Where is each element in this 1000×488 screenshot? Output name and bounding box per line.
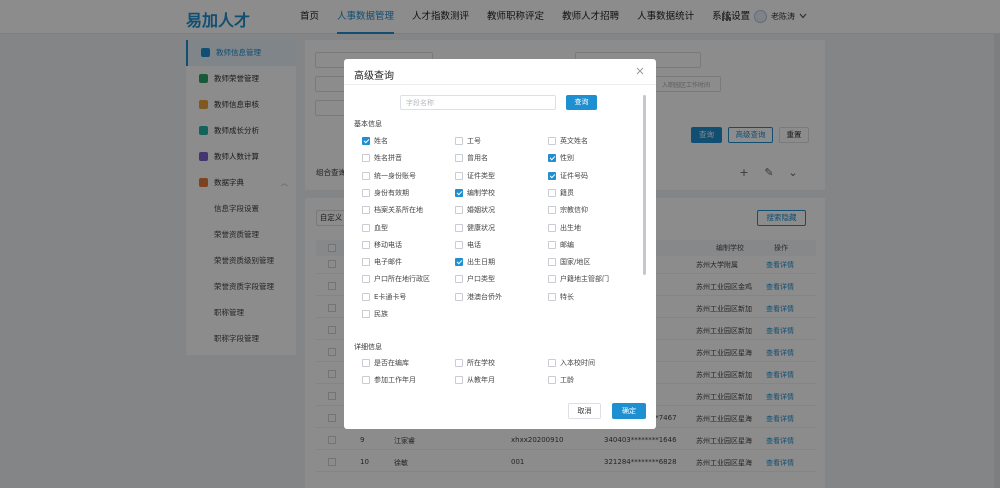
unchecked-box-icon[interactable] — [362, 240, 370, 249]
field-checkbox-label: 户口所在地行政区 — [374, 275, 430, 284]
cancel-button[interactable]: 取消 — [568, 403, 601, 419]
field-checkbox-label: 特长 — [560, 292, 574, 301]
unchecked-box-icon[interactable] — [455, 240, 463, 249]
field-checkbox-label: 档案关系所在地 — [374, 206, 423, 215]
unchecked-box-icon[interactable] — [362, 376, 370, 385]
field-checkbox-label: 出生地 — [560, 223, 581, 232]
field-checkbox-label: 工号 — [467, 137, 481, 145]
field-checkbox-label: 籍贯 — [560, 188, 574, 197]
unchecked-box-icon[interactable] — [548, 188, 556, 197]
checked-box-icon[interactable] — [455, 188, 463, 197]
unchecked-box-icon[interactable] — [455, 275, 463, 284]
unchecked-box-icon[interactable] — [455, 359, 463, 367]
field-checkbox-label: 身份有效期 — [374, 188, 409, 197]
unchecked-box-icon[interactable] — [548, 206, 556, 215]
unchecked-box-icon[interactable] — [548, 240, 556, 249]
field-checkbox-label: 入本校时间 — [560, 359, 595, 367]
field-checkbox-label: 参加工作年月 — [374, 376, 416, 385]
unchecked-box-icon[interactable] — [362, 206, 370, 215]
field-checkbox-label: 证件号码 — [560, 171, 588, 180]
field-checkbox-label: 国家/地区 — [560, 258, 591, 267]
unchecked-box-icon[interactable] — [362, 188, 370, 197]
unchecked-box-icon[interactable] — [548, 376, 556, 385]
dialog-title: 高级查询 — [354, 71, 394, 82]
section-detail-label: 详细信息 — [354, 343, 382, 351]
unchecked-box-icon[interactable] — [455, 376, 463, 385]
field-checkbox-label: 统一身份账号 — [374, 171, 416, 180]
unchecked-box-icon[interactable] — [362, 258, 370, 267]
field-checkbox-label: E卡通卡号 — [374, 292, 407, 301]
field-checkbox-label: 电子邮件 — [374, 258, 402, 267]
checked-box-icon[interactable] — [548, 154, 556, 163]
unchecked-box-icon[interactable] — [455, 206, 463, 215]
unchecked-box-icon[interactable] — [455, 154, 463, 163]
close-icon[interactable] — [634, 65, 646, 77]
field-search-input[interactable] — [400, 95, 556, 110]
unchecked-box-icon[interactable] — [455, 171, 463, 180]
unchecked-box-icon[interactable] — [362, 171, 370, 180]
unchecked-box-icon[interactable] — [548, 223, 556, 232]
field-checkbox-label: 出生日期 — [467, 258, 495, 267]
field-checkbox-label: 是否在编库 — [374, 359, 409, 367]
confirm-button[interactable]: 确定 — [612, 403, 646, 419]
field-checkbox-label: 从教年月 — [467, 376, 495, 385]
field-checkbox-label: 性别 — [560, 154, 574, 163]
unchecked-box-icon[interactable] — [362, 359, 370, 367]
field-checkbox-label: 婚姻状况 — [467, 206, 495, 215]
field-checkbox-label: 民族 — [374, 310, 388, 318]
field-checkbox-label: 姓名 — [374, 137, 388, 145]
unchecked-box-icon[interactable] — [548, 359, 556, 367]
advanced-search-dialog: 高级查询 查询 基本信息 姓名 工号 英文姓名姓名拼音 曾用名 性别统一身份账号 证件类型… — [344, 59, 656, 429]
unchecked-box-icon[interactable] — [548, 292, 556, 301]
field-checkbox-label: 证件类型 — [467, 171, 495, 180]
field-checkbox-label: 血型 — [374, 223, 388, 232]
field-checkbox-label: 工龄 — [560, 376, 574, 385]
unchecked-box-icon[interactable] — [455, 223, 463, 232]
field-checkbox-label: 移动电话 — [374, 240, 402, 249]
unchecked-box-icon[interactable] — [548, 137, 556, 145]
field-checkbox-label: 电话 — [467, 240, 481, 249]
unchecked-box-icon[interactable] — [362, 292, 370, 301]
unchecked-box-icon[interactable] — [455, 137, 463, 145]
checked-box-icon[interactable] — [362, 137, 370, 145]
checked-box-icon[interactable] — [455, 258, 463, 267]
field-checkbox-label: 邮编 — [560, 240, 574, 249]
field-checkbox-label: 户籍地主管部门 — [560, 275, 609, 284]
field-checkbox-label: 曾用名 — [467, 154, 488, 163]
unchecked-box-icon[interactable] — [362, 275, 370, 284]
checked-box-icon[interactable] — [548, 171, 556, 180]
field-search-button[interactable]: 查询 — [566, 95, 597, 110]
field-checkbox-label: 港澳台侨外 — [467, 292, 502, 301]
field-checkbox-label: 姓名拼音 — [374, 154, 402, 163]
dialog-header: 高级查询 — [344, 59, 656, 85]
section-basic-label: 基本信息 — [354, 120, 382, 128]
field-checkbox-label: 宗教信仰 — [560, 206, 588, 215]
unchecked-box-icon[interactable] — [455, 292, 463, 301]
field-checkbox-label: 户口类型 — [467, 275, 495, 284]
field-checkbox-label: 所在学校 — [467, 359, 495, 367]
unchecked-box-icon[interactable] — [362, 154, 370, 163]
unchecked-box-icon[interactable] — [362, 223, 370, 232]
unchecked-box-icon[interactable] — [362, 310, 370, 318]
unchecked-box-icon[interactable] — [548, 275, 556, 284]
unchecked-box-icon[interactable] — [548, 258, 556, 267]
field-checkbox-label: 健康状况 — [467, 223, 495, 232]
dialog-scrollbar[interactable] — [643, 95, 646, 275]
field-checkbox-label: 英文姓名 — [560, 137, 588, 145]
field-checkbox-label: 编制学校 — [467, 188, 495, 197]
